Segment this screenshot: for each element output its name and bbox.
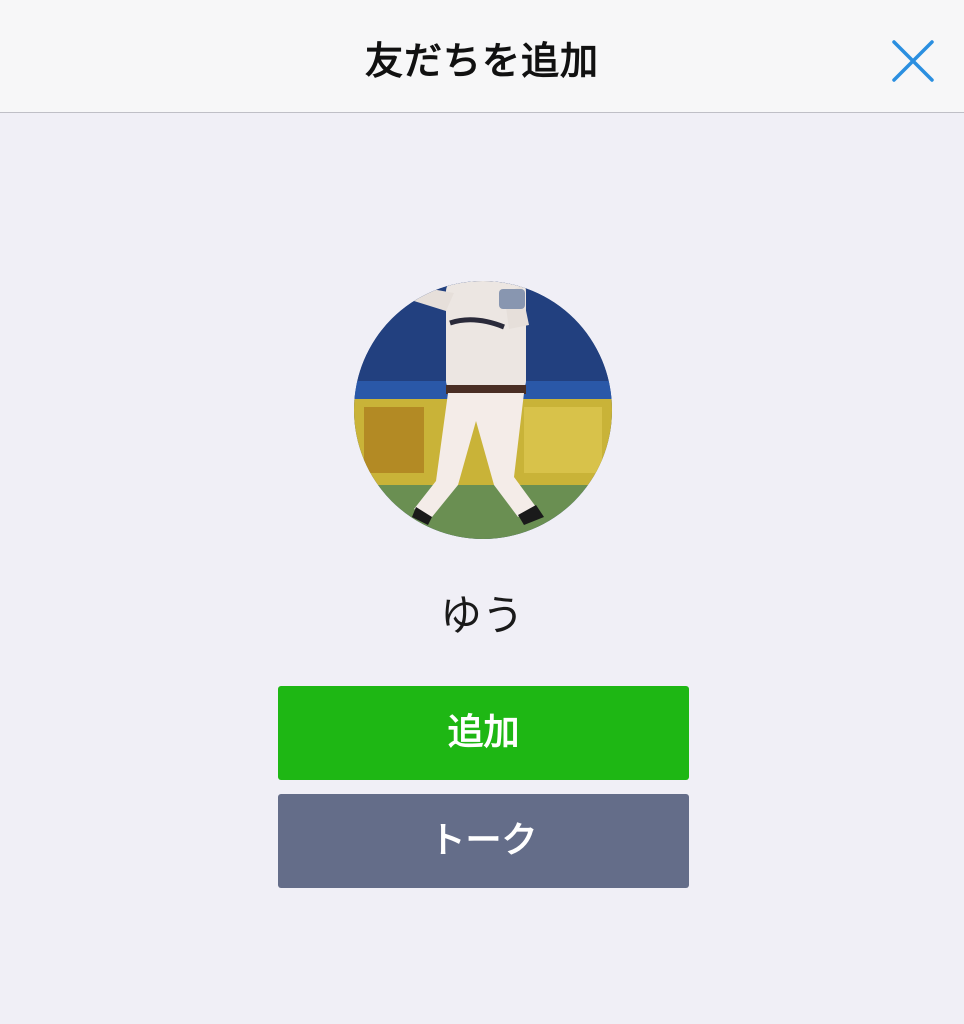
profile-name: ゆう <box>439 591 524 640</box>
close-button[interactable] <box>884 32 942 90</box>
talk-button[interactable]: トーク <box>278 794 689 888</box>
profile-card: ゆう 追加 トーク <box>0 113 964 1024</box>
close-icon <box>892 40 934 82</box>
avatar[interactable] <box>354 281 612 539</box>
add-friend-button[interactable]: 追加 <box>278 686 689 780</box>
page-title: 友だちを追加 <box>364 39 599 83</box>
header-bar: 友だちを追加 <box>0 0 964 113</box>
avatar-photo <box>354 281 612 539</box>
